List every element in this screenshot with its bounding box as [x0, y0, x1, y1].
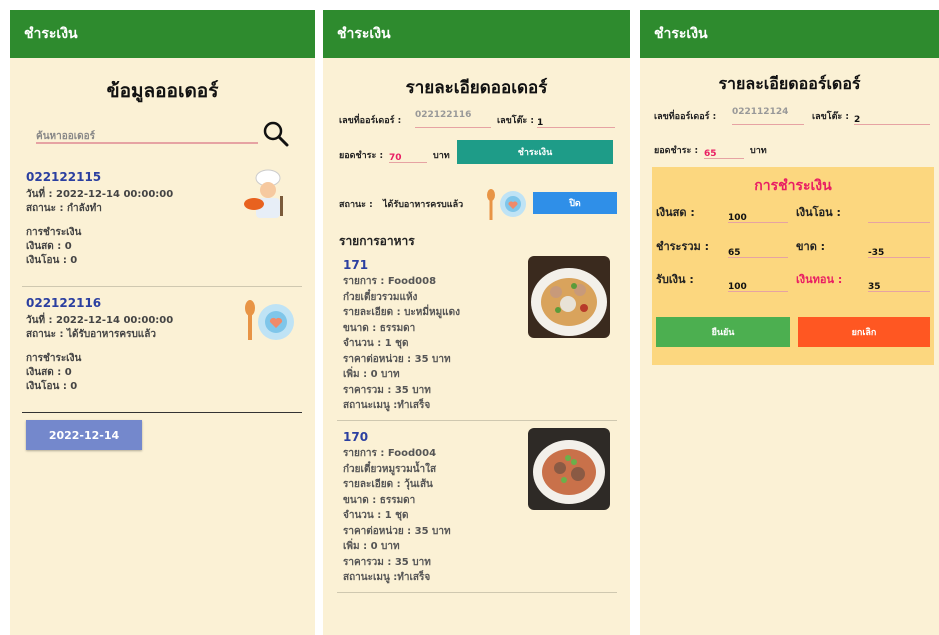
order-no-value: 022112124	[732, 107, 789, 117]
item-status: สถานะเมนู :ทำเสร็จ	[343, 400, 431, 411]
payment-label: การชำระเงิน	[26, 353, 82, 364]
item-unit-price: ราคาต่อหน่วย : 35 บาท	[343, 353, 451, 365]
served-plate-icon	[485, 186, 529, 222]
received-value: 100	[728, 282, 747, 292]
search-placeholder: ค้นหาออเดอร์	[36, 131, 96, 142]
date-button[interactable]: 2022-12-14	[26, 420, 142, 450]
change-value: 35	[868, 282, 881, 292]
amount-value: 70	[389, 153, 402, 163]
table-field[interactable]: 2	[854, 107, 930, 125]
search-input[interactable]: ค้นหาออเดอร์	[36, 124, 258, 144]
received-label: รับเงิน :	[656, 273, 694, 286]
payment-label: การชำระเงิน	[26, 227, 82, 238]
app-bar-title: ชำระเงิน	[337, 26, 391, 42]
page-title: ข้อมูลออเดอร์	[106, 80, 219, 102]
payment-panel: การชำระเงิน เงินสด : 100 เงินโอน : ชำระร…	[652, 167, 934, 365]
received-field: 100	[728, 274, 788, 292]
item-qty: จำนวน : 1 ชุด	[343, 338, 409, 349]
divider	[22, 286, 302, 287]
transfer-label: เงินโอน :	[796, 206, 841, 219]
cash-input[interactable]: 100	[728, 205, 788, 223]
order-no-label: เลขที่ออร์เดอร์ :	[654, 112, 717, 122]
cash-amount: เงินสด : 0	[26, 241, 72, 252]
transfer-input[interactable]	[868, 205, 930, 223]
table-label: เลขโต๊ะ :	[497, 116, 534, 126]
amount-label: ยอดชำระ :	[339, 151, 384, 161]
order-no-label: เลขที่ออร์เดอร์ :	[339, 116, 402, 126]
screen-payment: ชำระเงิน รายละเอียดออร์เดอร์ เลขที่ออร์เ…	[640, 10, 939, 635]
pay-button[interactable]: ชำระเงิน	[457, 140, 613, 164]
total-value: 65	[728, 248, 741, 258]
cash-amount: เงินสด : 0	[26, 367, 72, 378]
change-field: 35	[868, 274, 930, 292]
baht-unit: บาท	[433, 151, 450, 161]
screen-order-detail: ชำระเงิน รายละเอียดออเดอร์ เลขที่ออร์เดอ…	[323, 10, 630, 635]
cash-label: เงินสด :	[656, 206, 695, 219]
panel-title: การชำระเงิน	[754, 178, 832, 194]
divider	[337, 420, 617, 421]
amount-field[interactable]: 70	[389, 145, 427, 163]
transfer-amount: เงินโอน : 0	[26, 255, 78, 266]
status-label: สถานะ :	[339, 200, 373, 210]
chef-icon	[240, 168, 296, 220]
confirm-button[interactable]: ยืนยัน	[656, 317, 790, 347]
change-label: เงินทอน :	[796, 273, 843, 286]
amount-label: ยอดชำระ :	[654, 146, 699, 156]
divider	[337, 592, 617, 593]
app-bar-title: ชำระเงิน	[24, 26, 78, 42]
order-no-field[interactable]: 022122116	[415, 110, 491, 128]
short-field: -35	[868, 240, 930, 258]
table-field[interactable]: 1	[537, 110, 615, 128]
close-button[interactable]: ปิด	[533, 192, 617, 214]
app-bar: ชำระเงิน	[640, 10, 939, 58]
app-bar: ชำระเงิน	[10, 10, 315, 58]
item-extra: เพิ่ม : 0 บาท	[343, 541, 400, 552]
screen-order-list: ชำระเงิน ข้อมูลออเดอร์ ค้นหาออเดอร์ 0221…	[10, 10, 315, 635]
item-total: ราคารวม : 35 บาท	[343, 384, 431, 396]
item-qty: จำนวน : 1 ชุด	[343, 510, 409, 521]
amount-value: 65	[704, 149, 717, 159]
app-bar: ชำระเงิน	[323, 10, 630, 58]
food-photo-clear-soup	[528, 428, 610, 510]
divider	[22, 412, 302, 413]
item-unit-price: ราคาต่อหน่วย : 35 บาท	[343, 525, 451, 537]
served-plate-icon	[242, 296, 298, 344]
status-value: ได้รับอาหารครบแล้ว	[383, 200, 464, 210]
cancel-button[interactable]: ยกเลิก	[798, 317, 930, 347]
item-total: ราคารวม : 35 บาท	[343, 556, 431, 568]
table-label: เลขโต๊ะ :	[812, 112, 849, 122]
short-value: -35	[868, 248, 885, 258]
item-status: สถานะเมนู :ทำเสร็จ	[343, 572, 431, 583]
food-photo-dry-noodles	[528, 256, 610, 338]
amount-field[interactable]: 65	[704, 141, 744, 159]
total-label: ชำระรวม :	[656, 240, 710, 253]
transfer-amount: เงินโอน : 0	[26, 381, 78, 392]
search-icon[interactable]	[262, 120, 290, 148]
cash-input-value: 100	[728, 213, 747, 223]
order-no-value: 022122116	[415, 110, 472, 120]
order-no-field[interactable]: 022112124	[732, 107, 804, 125]
item-extra: เพิ่ม : 0 บาท	[343, 369, 400, 380]
page-title: รายละเอียดออร์เดอร์	[718, 74, 861, 93]
page-title: รายละเอียดออเดอร์	[405, 78, 548, 98]
table-value: 1	[537, 118, 544, 128]
short-label: ขาด :	[796, 240, 826, 253]
total-field: 65	[728, 240, 788, 258]
table-value: 2	[854, 115, 861, 125]
items-heading: รายการอาหาร	[339, 234, 415, 248]
baht-unit: บาท	[750, 146, 767, 156]
app-bar-title: ชำระเงิน	[654, 26, 708, 42]
